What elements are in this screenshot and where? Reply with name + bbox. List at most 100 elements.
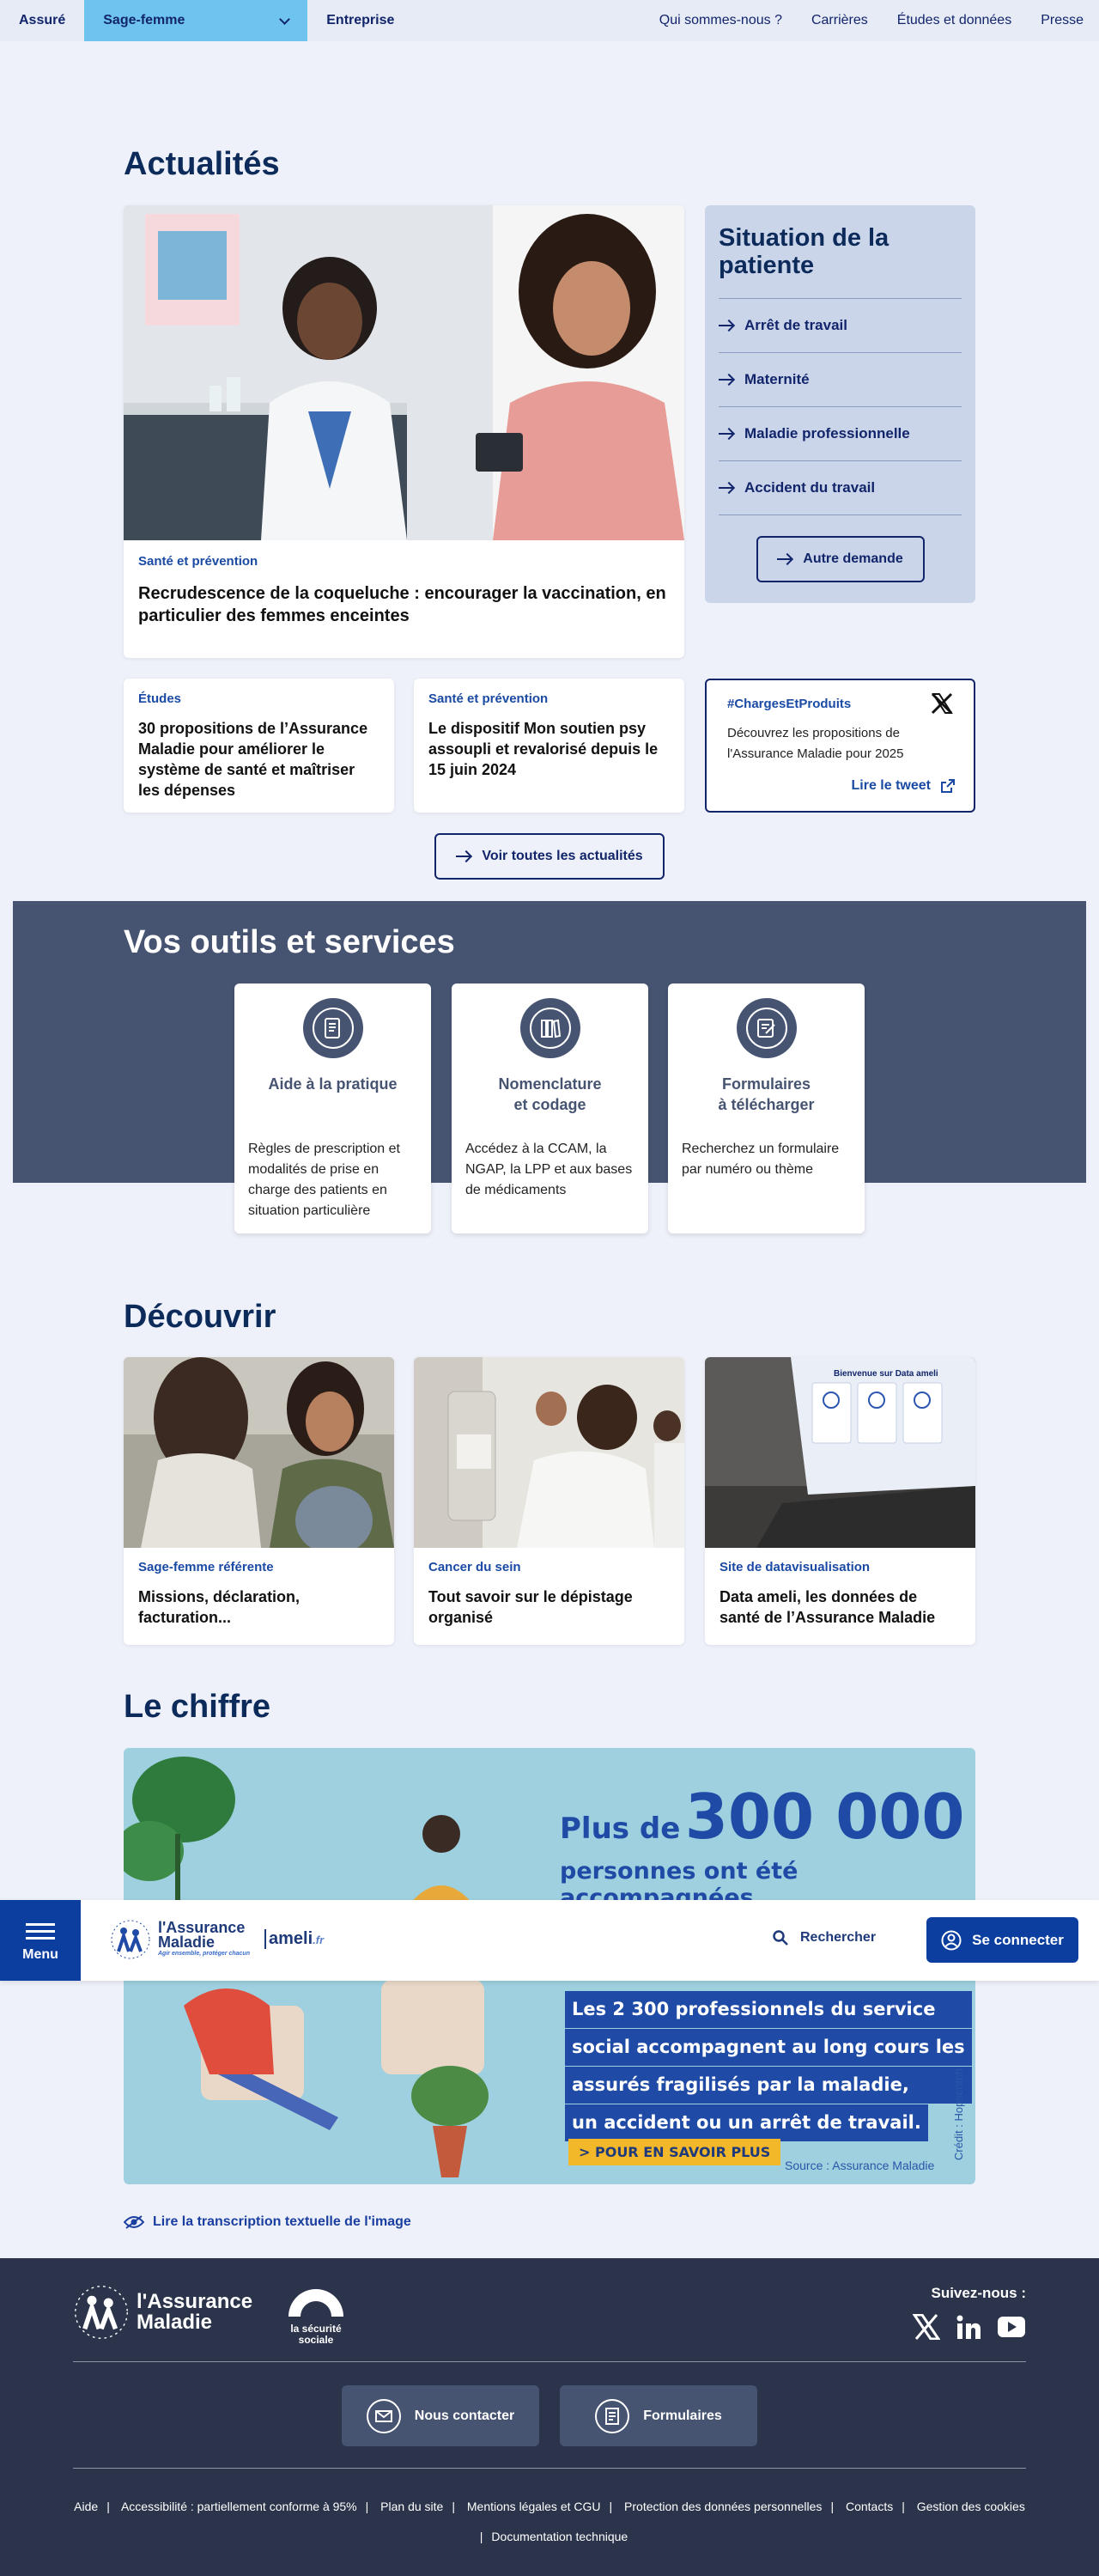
news-title: Le dispositif Mon soutien psy assoupli e…	[428, 720, 659, 778]
arrow-right-icon	[456, 850, 471, 862]
main-news-card[interactable]: Santé et prévention Recrudescence de la …	[124, 205, 684, 658]
footer-assurance-maladie-logo[interactable]: l'Assurance Maladie	[73, 2284, 252, 2341]
tool-title-line1: Nomenclature	[498, 1075, 602, 1093]
user-icon	[941, 1930, 962, 1950]
tool-description: Accédez à la CCAM, la NGAP, la LPP et au…	[465, 1142, 633, 1197]
document-icon	[302, 998, 363, 1058]
section-title-decouvrir: Découvrir	[124, 1299, 276, 1335]
chiffre-cta-label: POUR EN SAVOIR PLUS	[594, 2144, 771, 2160]
autre-demande-button[interactable]: Autre demande	[756, 536, 925, 582]
books-icon	[519, 998, 580, 1058]
discover-card-data-ameli[interactable]: Bienvenue sur Data ameli Site de datavis…	[705, 1357, 975, 1645]
situation-item-label: Maternité	[744, 371, 810, 387]
footer-link-cookies[interactable]: Gestion des cookies	[917, 2500, 1025, 2513]
x-social-icon[interactable]	[912, 2313, 941, 2344]
search-button[interactable]: Rechercher	[773, 1930, 876, 1946]
chiffre-plus-de: Plus de	[560, 1812, 681, 1846]
nav-link-qui-sommes-nous[interactable]: Qui sommes-nous ?	[659, 13, 782, 28]
x-logo-icon	[931, 692, 953, 715]
discover-photo	[414, 1357, 684, 1548]
news-title: Recrudescence de la coqueluche : encoura…	[138, 584, 666, 625]
tool-card-formulaires[interactable]: Formulaires à télécharger Recherchez un f…	[668, 984, 865, 1233]
tool-description: Règles de prescription et modalités de p…	[248, 1142, 400, 1218]
situation-patiente-panel: Situation de la patiente Arrêt de travai…	[705, 205, 975, 603]
formulaires-button[interactable]: Formulaires	[560, 2385, 757, 2446]
news-card-mon-soutien-psy[interactable]: Santé et prévention Le dispositif Mon so…	[414, 679, 684, 813]
tab-entreprise[interactable]: Entreprise	[307, 0, 413, 41]
ameli-text: ameli	[269, 1929, 313, 1948]
securite-sociale-arc-icon	[288, 2289, 343, 2317]
linkedin-icon[interactable]	[956, 2314, 981, 2344]
autre-demande-label: Autre demande	[803, 551, 903, 566]
transcription-link[interactable]: Lire la transcription textuelle de l'ima…	[124, 2214, 411, 2230]
footer-logo-line1: l'Assurance	[137, 2290, 253, 2313]
chiffre-box-line: Les 2 300 professionnels du service	[565, 1991, 972, 2028]
nav-link-etudes[interactable]: Études et données	[897, 13, 1011, 28]
section-title-outils: Vos outils et services	[124, 924, 455, 960]
tool-title-line2: et codage	[513, 1096, 586, 1113]
footer-link-protection-donnees[interactable]: Protection des données personnelles	[624, 2500, 822, 2513]
arrow-right-icon	[719, 482, 734, 494]
nous-contacter-button[interactable]: Nous contacter	[342, 2385, 539, 2446]
voir-toutes-label: Voir toutes les actualités	[482, 849, 643, 863]
voir-toutes-actualites-button[interactable]: Voir toutes les actualités	[434, 833, 665, 880]
discover-card-sage-femme[interactable]: Sage-femme référente Missions, déclarati…	[124, 1357, 394, 1645]
situation-item-label: Maladie professionnelle	[744, 425, 910, 442]
tool-title: Nomenclature et codage	[465, 1074, 635, 1120]
youtube-icon[interactable]	[997, 2316, 1026, 2342]
news-card-etudes[interactable]: Études 30 propositions de l’Assurance Ma…	[124, 679, 394, 813]
formulaires-label: Formulaires	[643, 2408, 722, 2423]
discover-card-cancer-sein[interactable]: Cancer du sein Tout savoir sur le dépist…	[414, 1357, 684, 1645]
news-category: Santé et prévention	[138, 554, 258, 569]
securite-sociale-logo[interactable]: la sécurité sociale	[285, 2286, 347, 2346]
footer-link-aide[interactable]: Aide	[74, 2500, 98, 2513]
nav-link-carrieres[interactable]: Carrières	[811, 13, 868, 28]
tool-card-aide-pratique[interactable]: Aide à la pratique Règles de prescriptio…	[234, 984, 431, 1233]
menu-button[interactable]: Menu	[0, 1900, 81, 1981]
connect-button[interactable]: Se connecter	[926, 1917, 1078, 1963]
tab-sage-femme[interactable]: Sage-femme	[84, 0, 308, 41]
footer-divider	[73, 2468, 1026, 2469]
chiffre-credit: Crédit : Hopscotch	[952, 2068, 965, 2160]
chiffre-box-line: assurés fragilisés par la maladie,	[565, 2067, 972, 2104]
logo-tagline: Agir ensemble, protéger chacun	[158, 1951, 250, 1957]
external-link-icon	[941, 779, 955, 793]
arrow-right-icon	[719, 428, 734, 440]
arrow-right-icon	[719, 374, 734, 386]
assurance-maladie-figures-icon	[75, 2286, 128, 2339]
tool-card-nomenclature[interactable]: Nomenclature et codage Accédez à la CCAM,…	[452, 984, 648, 1233]
ameli-fr: .fr	[313, 1934, 325, 1946]
tool-title: Aide à la pratique	[268, 1075, 398, 1093]
eye-icon	[124, 2215, 144, 2229]
discover-title: Missions, déclaration, facturation...	[138, 1588, 301, 1626]
footer-link-plan-site[interactable]: Plan du site	[380, 2500, 443, 2513]
secu-line2: sociale	[298, 2334, 334, 2346]
tool-title-line1: Formulaires	[721, 1075, 811, 1093]
tool-title-line2: à télécharger	[718, 1096, 815, 1113]
footer-link-accessibilite[interactable]: Accessibilité : partiellement conforme à…	[121, 2500, 357, 2513]
nous-contacter-label: Nous contacter	[414, 2408, 515, 2423]
chiffre-number: 300 000	[684, 1781, 965, 1853]
situation-item-accident-travail[interactable]: Accident du travail	[719, 460, 962, 515]
tool-title: Formulaires à télécharger	[682, 1074, 851, 1120]
follow-label: Suivez-nous :	[931, 2285, 1026, 2301]
situation-item-label: Accident du travail	[744, 479, 876, 496]
footer-divider	[73, 2361, 1026, 2362]
footer-link-mentions-legales[interactable]: Mentions légales et CGU	[467, 2500, 601, 2513]
situation-item-arret-travail[interactable]: Arrêt de travail	[719, 298, 962, 352]
tab-sage-femme-label: Sage-femme	[103, 13, 185, 27]
news-photo	[124, 205, 684, 540]
transcription-label: Lire la transcription textuelle de l'ima…	[153, 2214, 411, 2229]
ameli-logo[interactable]: ameli.fr	[264, 1929, 324, 1949]
situation-title: Situation de la patiente	[719, 224, 890, 279]
assurance-maladie-logo[interactable]: l'Assurance Maladie Agir ensemble, proté…	[110, 1919, 250, 1960]
footer-link-documentation[interactable]: Documentation technique	[491, 2530, 628, 2543]
hamburger-icon	[26, 1919, 55, 1944]
lire-tweet-link[interactable]: Lire le tweet	[852, 778, 955, 794]
tab-assure[interactable]: Assuré	[0, 0, 84, 41]
situation-item-maternite[interactable]: Maternité	[719, 352, 962, 406]
footer-link-contacts[interactable]: Contacts	[846, 2500, 893, 2513]
discover-category: Cancer du sein	[428, 1560, 521, 1574]
nav-link-presse[interactable]: Presse	[1041, 13, 1084, 28]
situation-item-maladie-pro[interactable]: Maladie professionnelle	[719, 406, 962, 460]
